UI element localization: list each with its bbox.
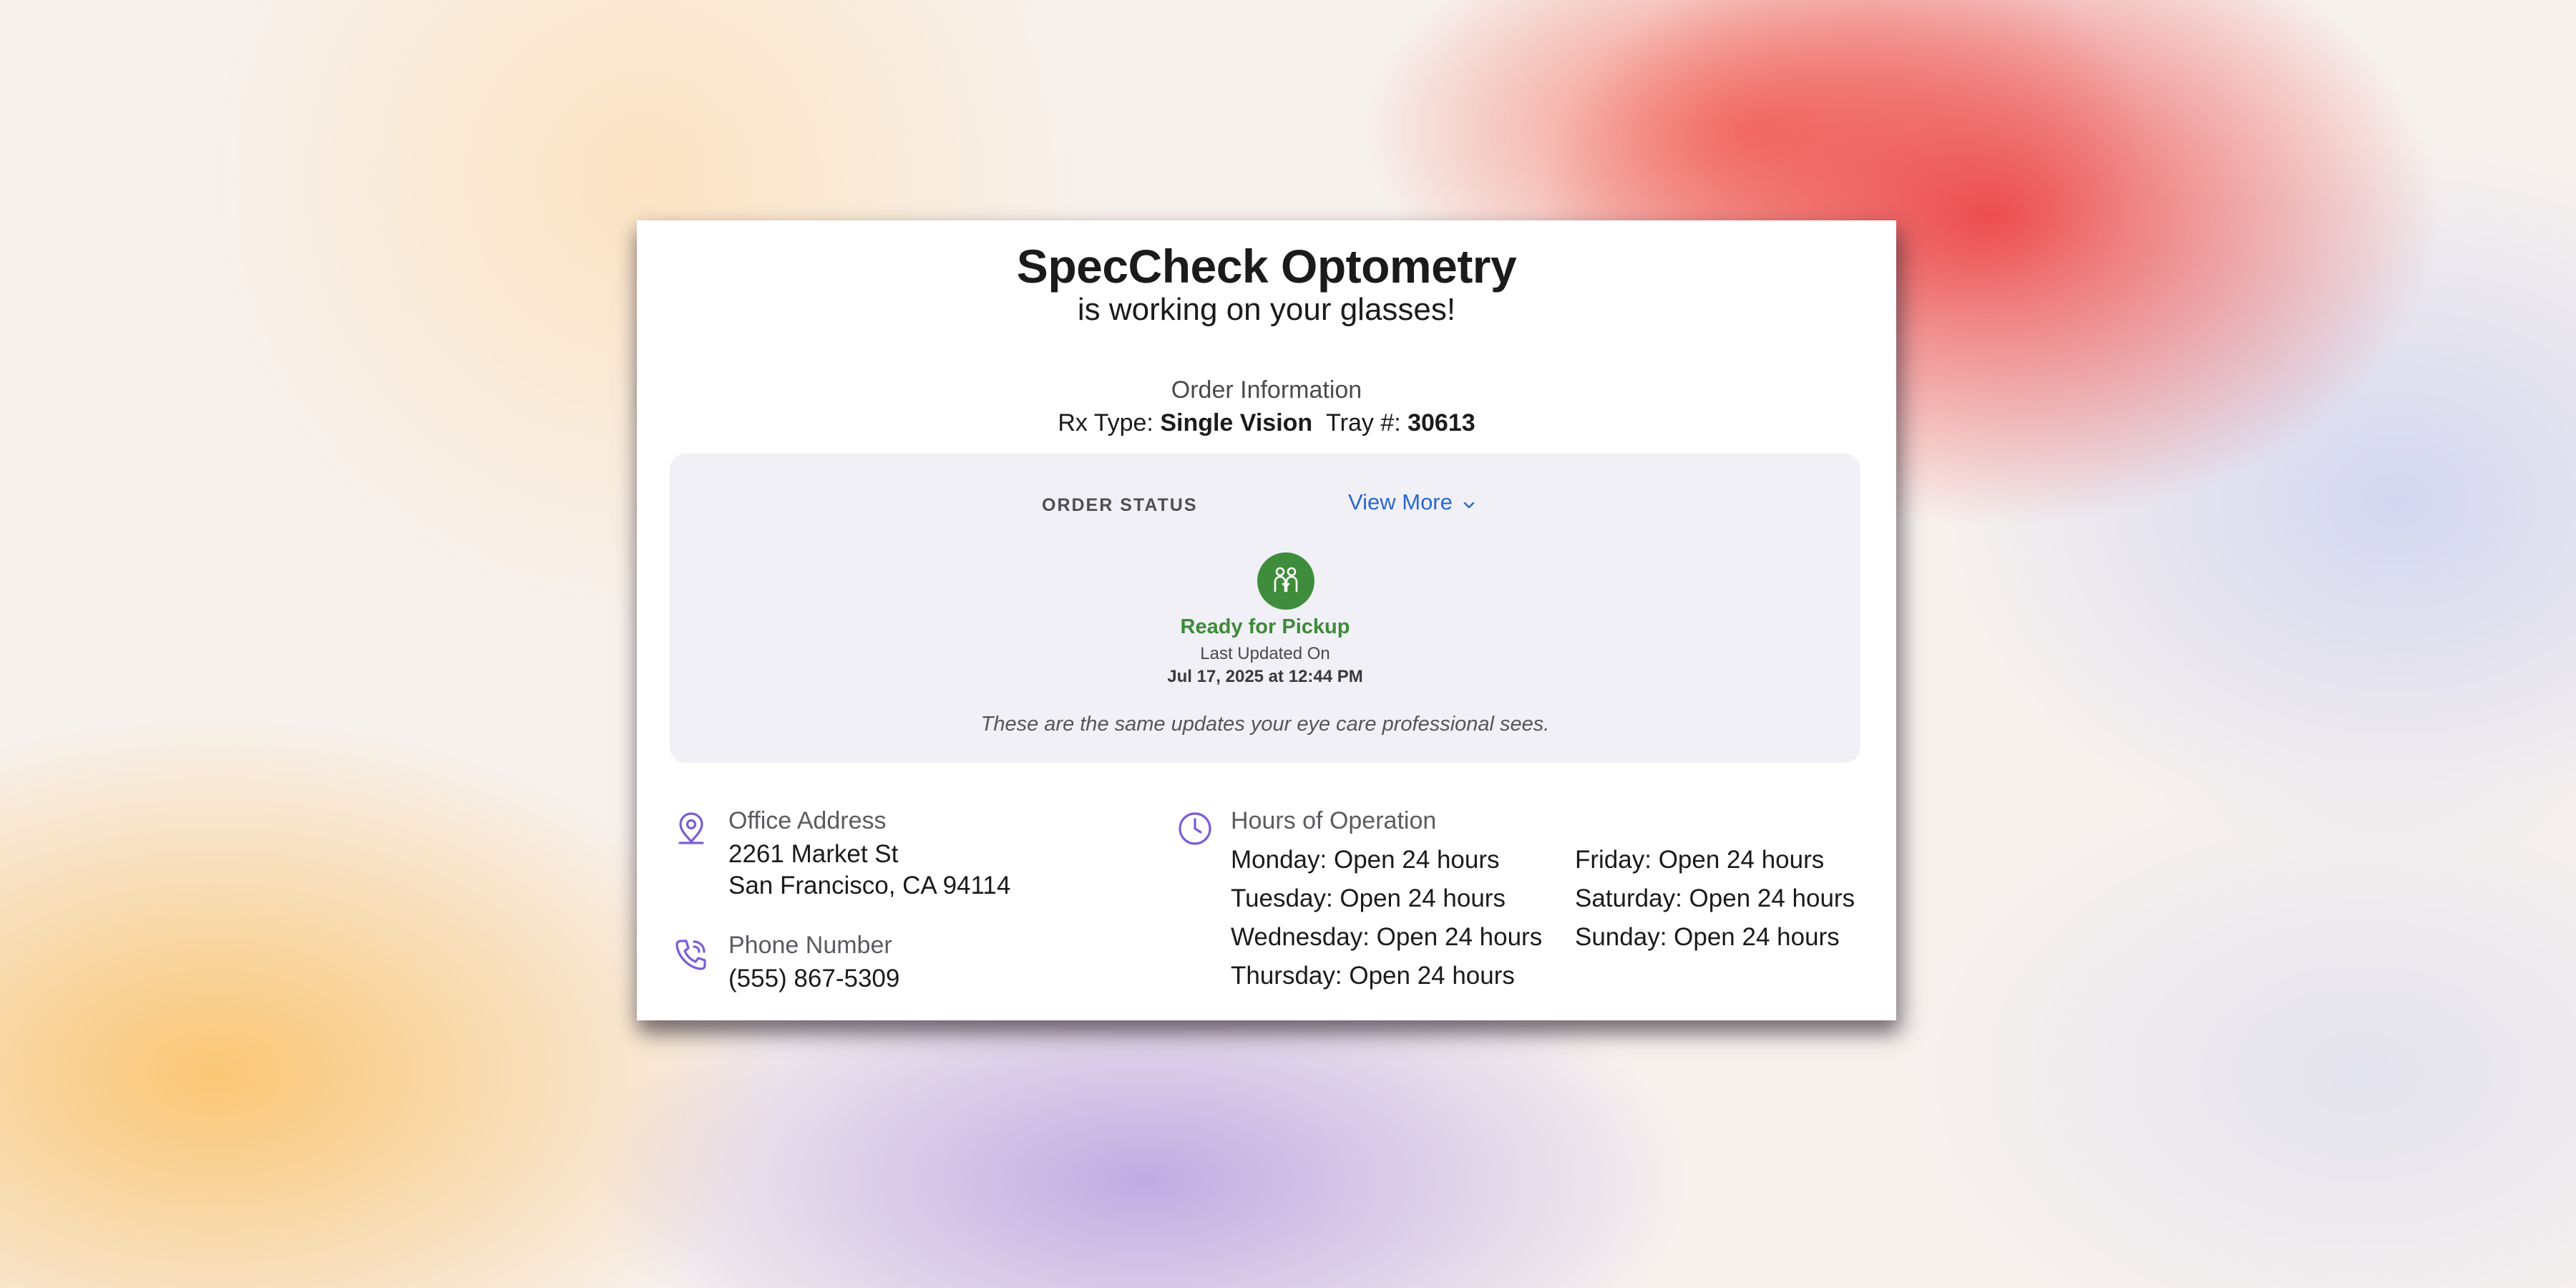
view-more-label: View More (1348, 489, 1453, 514)
hours-friday: Friday: Open 24 hours (1575, 846, 1825, 874)
order-information-heading: Order Information (1171, 376, 1362, 404)
order-subtitle: is working on your glasses! (1077, 292, 1456, 327)
last-updated-date: Jul 17, 2025 at 12:44 PM (1167, 667, 1363, 686)
hours-saturday: Saturday: Open 24 hours (1575, 884, 1855, 912)
people-pickup-icon (1269, 562, 1303, 600)
address-line-1: 2261 Market St (728, 840, 899, 868)
phone-number-value[interactable]: (555) 867-5309 (728, 963, 899, 995)
status-badge (1257, 552, 1314, 610)
hours-thursday: Thursday: Open 24 hours (1231, 962, 1515, 990)
order-details-line: Rx Type: Single Vision Tray #: 30613 (637, 409, 1896, 437)
hours-monday: Monday: Open 24 hours (1231, 846, 1500, 874)
tray-label: Tray #: (1326, 409, 1401, 436)
practice-name: SpecCheck Optometry (1016, 240, 1517, 293)
hours-wednesday: Wednesday: Open 24 hours (1231, 923, 1543, 951)
last-updated-label: Last Updated On (1200, 644, 1330, 663)
tray-value: 30613 (1407, 409, 1475, 436)
phone-icon[interactable] (671, 935, 711, 975)
chevron-down-icon (1463, 489, 1475, 515)
hours-sunday: Sunday: Open 24 hours (1575, 923, 1840, 951)
office-address-label: Office Address (728, 807, 887, 834)
order-status-panel: ORDER STATUS View More Ready for Pickup … (670, 454, 1860, 763)
hours-of-operation-label: Hours of Operation (1231, 807, 1437, 834)
view-more-button[interactable]: View More (1348, 489, 1475, 515)
status-disclaimer: These are the same updates your eye care… (980, 713, 1550, 736)
order-status-card: SpecCheck Optometry is working on your g… (637, 220, 1896, 1020)
phone-number-label: Phone Number (728, 932, 892, 959)
hours-tuesday: Tuesday: Open 24 hours (1231, 884, 1506, 912)
status-text: Ready for Pickup (1180, 615, 1350, 638)
order-status-label: ORDER STATUS (1042, 495, 1198, 515)
clock-icon (1175, 809, 1215, 849)
rx-type-label: Rx Type: (1058, 409, 1153, 436)
location-pin-icon (671, 810, 711, 850)
rx-type-value: Single Vision (1160, 409, 1313, 436)
address-line-2: San Francisco, CA 94114 (728, 872, 1011, 899)
